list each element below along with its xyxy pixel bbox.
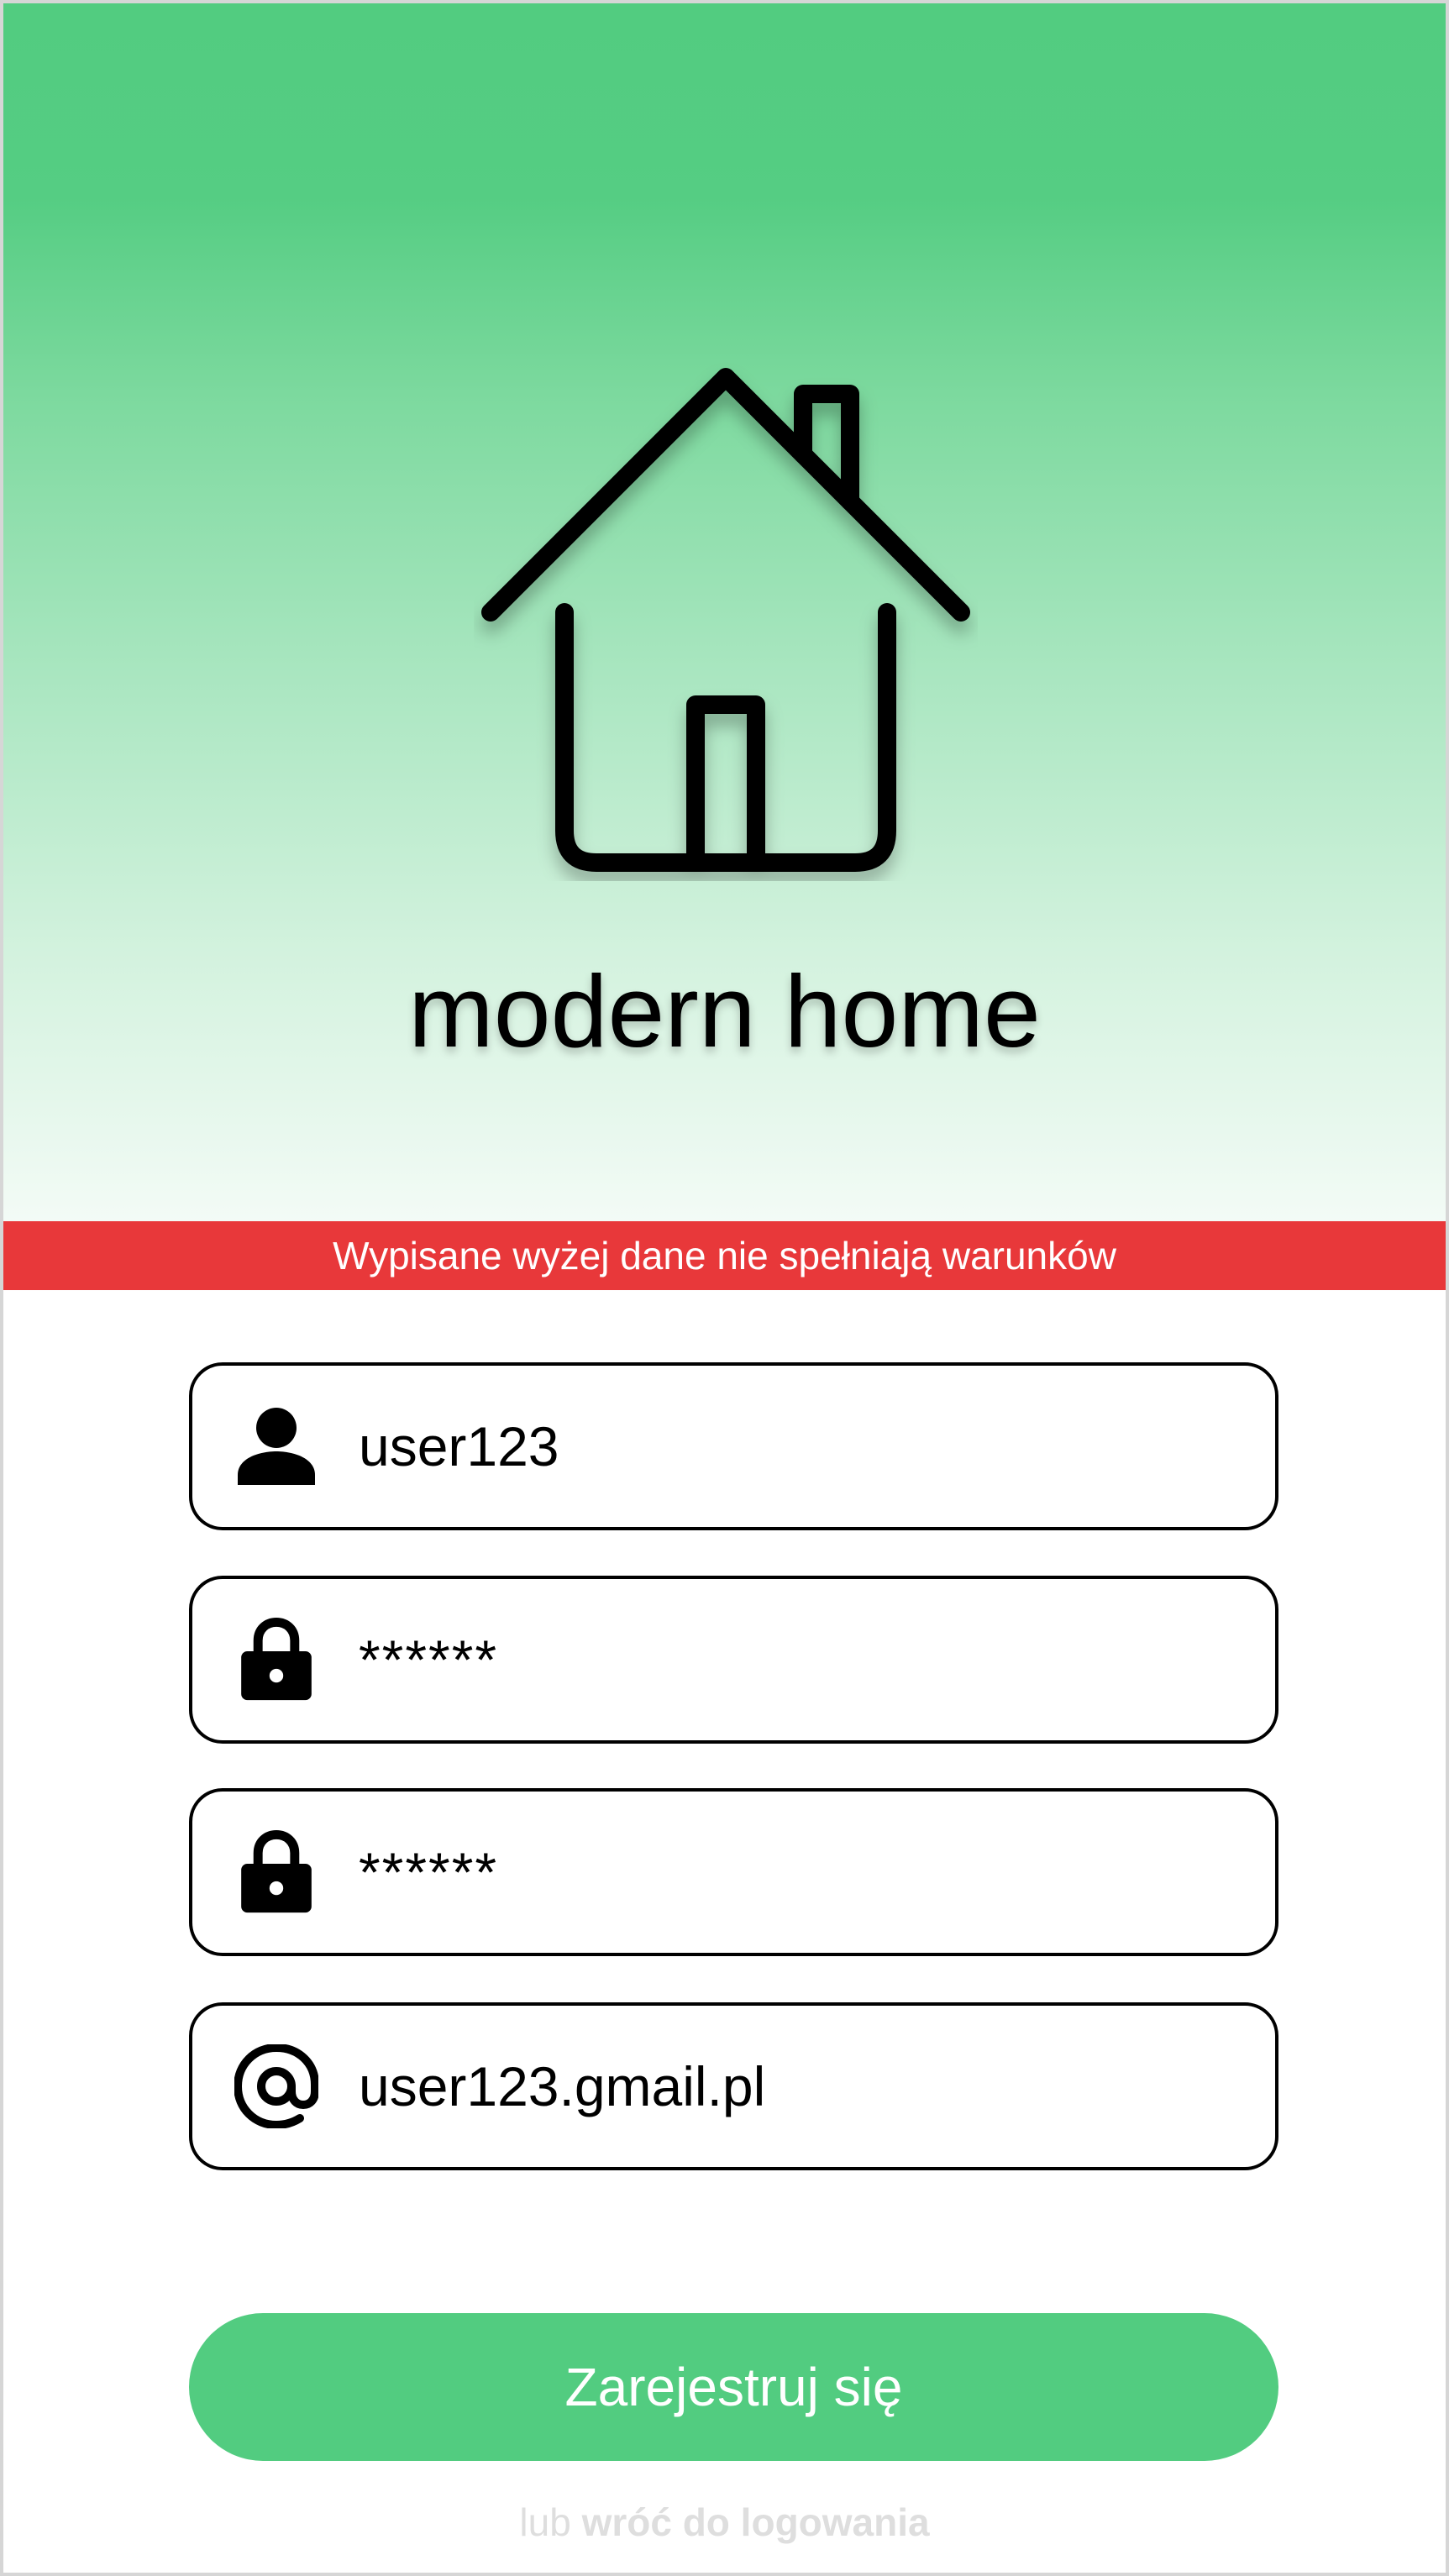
person-icon [238, 1408, 315, 1485]
app-title: modern home [408, 954, 1041, 1068]
password-confirm-field[interactable]: ****** [189, 1788, 1278, 1956]
error-banner: Wypisane wyżej dane nie spełniają warunk… [3, 1221, 1446, 1290]
back-to-login-link[interactable]: wróć do logowania [582, 2500, 930, 2544]
back-to-login: lub wróć do logowania [3, 2493, 1446, 2552]
email-value: user123.gmail.pl [359, 2055, 766, 2117]
username-field[interactable]: user123 [189, 1362, 1278, 1530]
house-logo-icon [481, 368, 970, 872]
back-link-prefix: lub [519, 2500, 571, 2544]
lock-icon [241, 1618, 312, 1701]
username-value: user123 [359, 1415, 559, 1477]
register-button[interactable]: Zarejestruj się [189, 2313, 1278, 2461]
password-value: ****** [359, 1629, 499, 1691]
app-screen: modern home Wypisane wyżej dane nie speł… [0, 0, 1449, 2576]
password-confirm-value: ****** [359, 1841, 499, 1903]
at-sign-icon [234, 2044, 318, 2128]
hero-header: modern home [3, 3, 1446, 1221]
password-field[interactable]: ****** [189, 1576, 1278, 1744]
lock-icon [241, 1830, 312, 1913]
email-field[interactable]: user123.gmail.pl [189, 2002, 1278, 2170]
